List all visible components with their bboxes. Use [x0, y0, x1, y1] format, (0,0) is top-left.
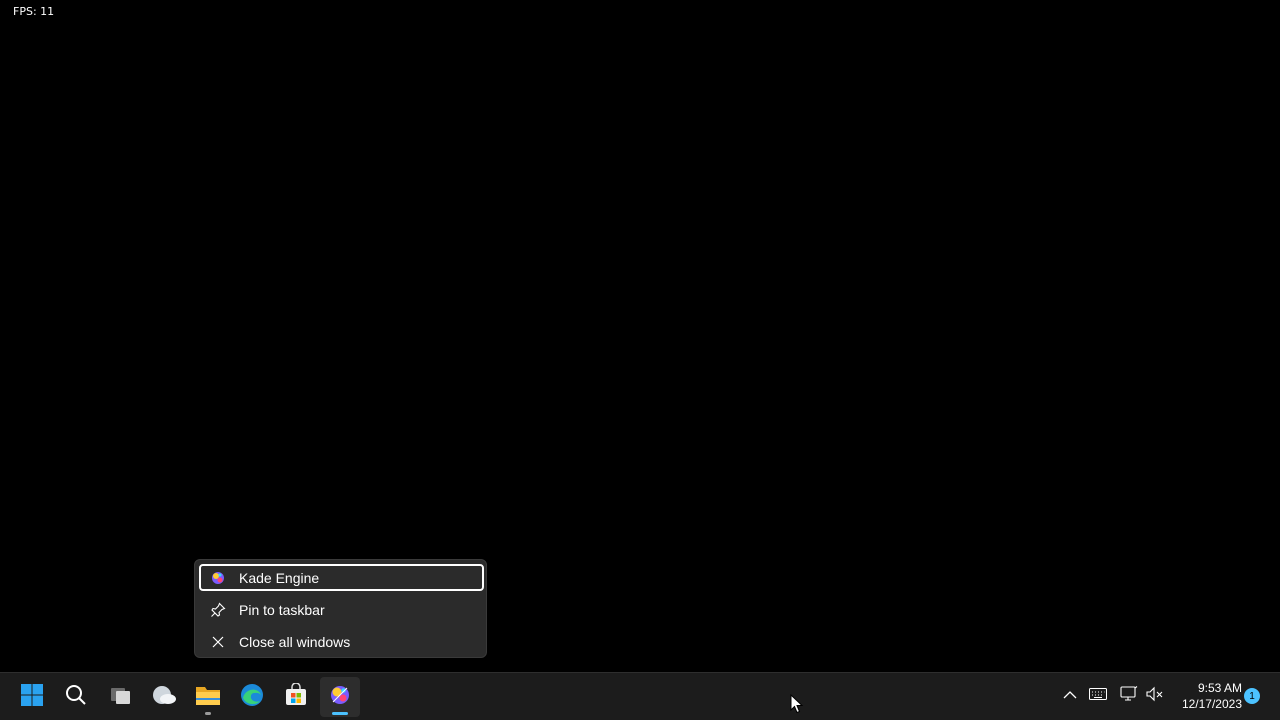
- volume-muted-icon: [1146, 686, 1164, 707]
- taskbar-jump-list: Kade Engine Pin to taskbar Close all win…: [194, 559, 487, 658]
- search-button[interactable]: [56, 677, 96, 717]
- pin-to-taskbar-item[interactable]: Pin to taskbar: [199, 596, 484, 623]
- store-icon: [284, 681, 308, 712]
- file-explorer-button[interactable]: [188, 677, 228, 717]
- desktop: FPS: 11 Kade Engine Pin to taskbar Close…: [0, 0, 1280, 672]
- file-explorer-icon: [195, 683, 221, 712]
- network-icon: [1120, 685, 1138, 707]
- touch-keyboard-button[interactable]: [1087, 685, 1109, 707]
- taskbar: [0, 672, 1280, 720]
- widgets-button[interactable]: [144, 677, 184, 717]
- keyboard-icon: [1089, 687, 1107, 705]
- clock-date: 12/17/2023: [1181, 697, 1242, 711]
- pin-to-taskbar-label: Pin to taskbar: [239, 601, 325, 618]
- network-button[interactable]: [1118, 685, 1140, 707]
- search-icon: [64, 683, 88, 712]
- start-button[interactable]: [12, 677, 52, 717]
- edge-icon: [239, 682, 265, 713]
- kade-engine-taskbar-button[interactable]: [320, 677, 360, 717]
- jumplist-app-label: Kade Engine: [239, 569, 320, 586]
- pin-icon: [209, 601, 227, 619]
- show-hidden-icons-button[interactable]: [1059, 685, 1081, 707]
- notification-badge[interactable]: 1: [1244, 688, 1260, 704]
- chevron-up-icon: [1063, 687, 1077, 705]
- mouse-cursor-icon: [790, 693, 804, 719]
- clock-time: 9:53 AM: [1197, 681, 1242, 695]
- windows-logo-icon: [20, 683, 44, 712]
- active-indicator: [332, 712, 348, 715]
- jumplist-app-item[interactable]: Kade Engine: [199, 564, 484, 591]
- kade-engine-icon: [209, 569, 227, 587]
- running-indicator: [205, 712, 211, 715]
- clock[interactable]: 9:53 AM 12/17/2023: [1172, 680, 1242, 712]
- edge-button[interactable]: [232, 677, 272, 717]
- close-all-windows-label: Close all windows: [239, 633, 351, 650]
- volume-button[interactable]: [1144, 685, 1166, 707]
- close-icon: [209, 633, 227, 651]
- close-all-windows-item[interactable]: Close all windows: [199, 628, 484, 655]
- fps-counter: FPS: 11: [13, 5, 55, 18]
- task-view-button[interactable]: [100, 677, 140, 717]
- widgets-icon: [151, 683, 177, 712]
- microsoft-store-button[interactable]: [276, 677, 316, 717]
- task-view-icon: [108, 683, 132, 712]
- kade-engine-icon: [328, 683, 352, 712]
